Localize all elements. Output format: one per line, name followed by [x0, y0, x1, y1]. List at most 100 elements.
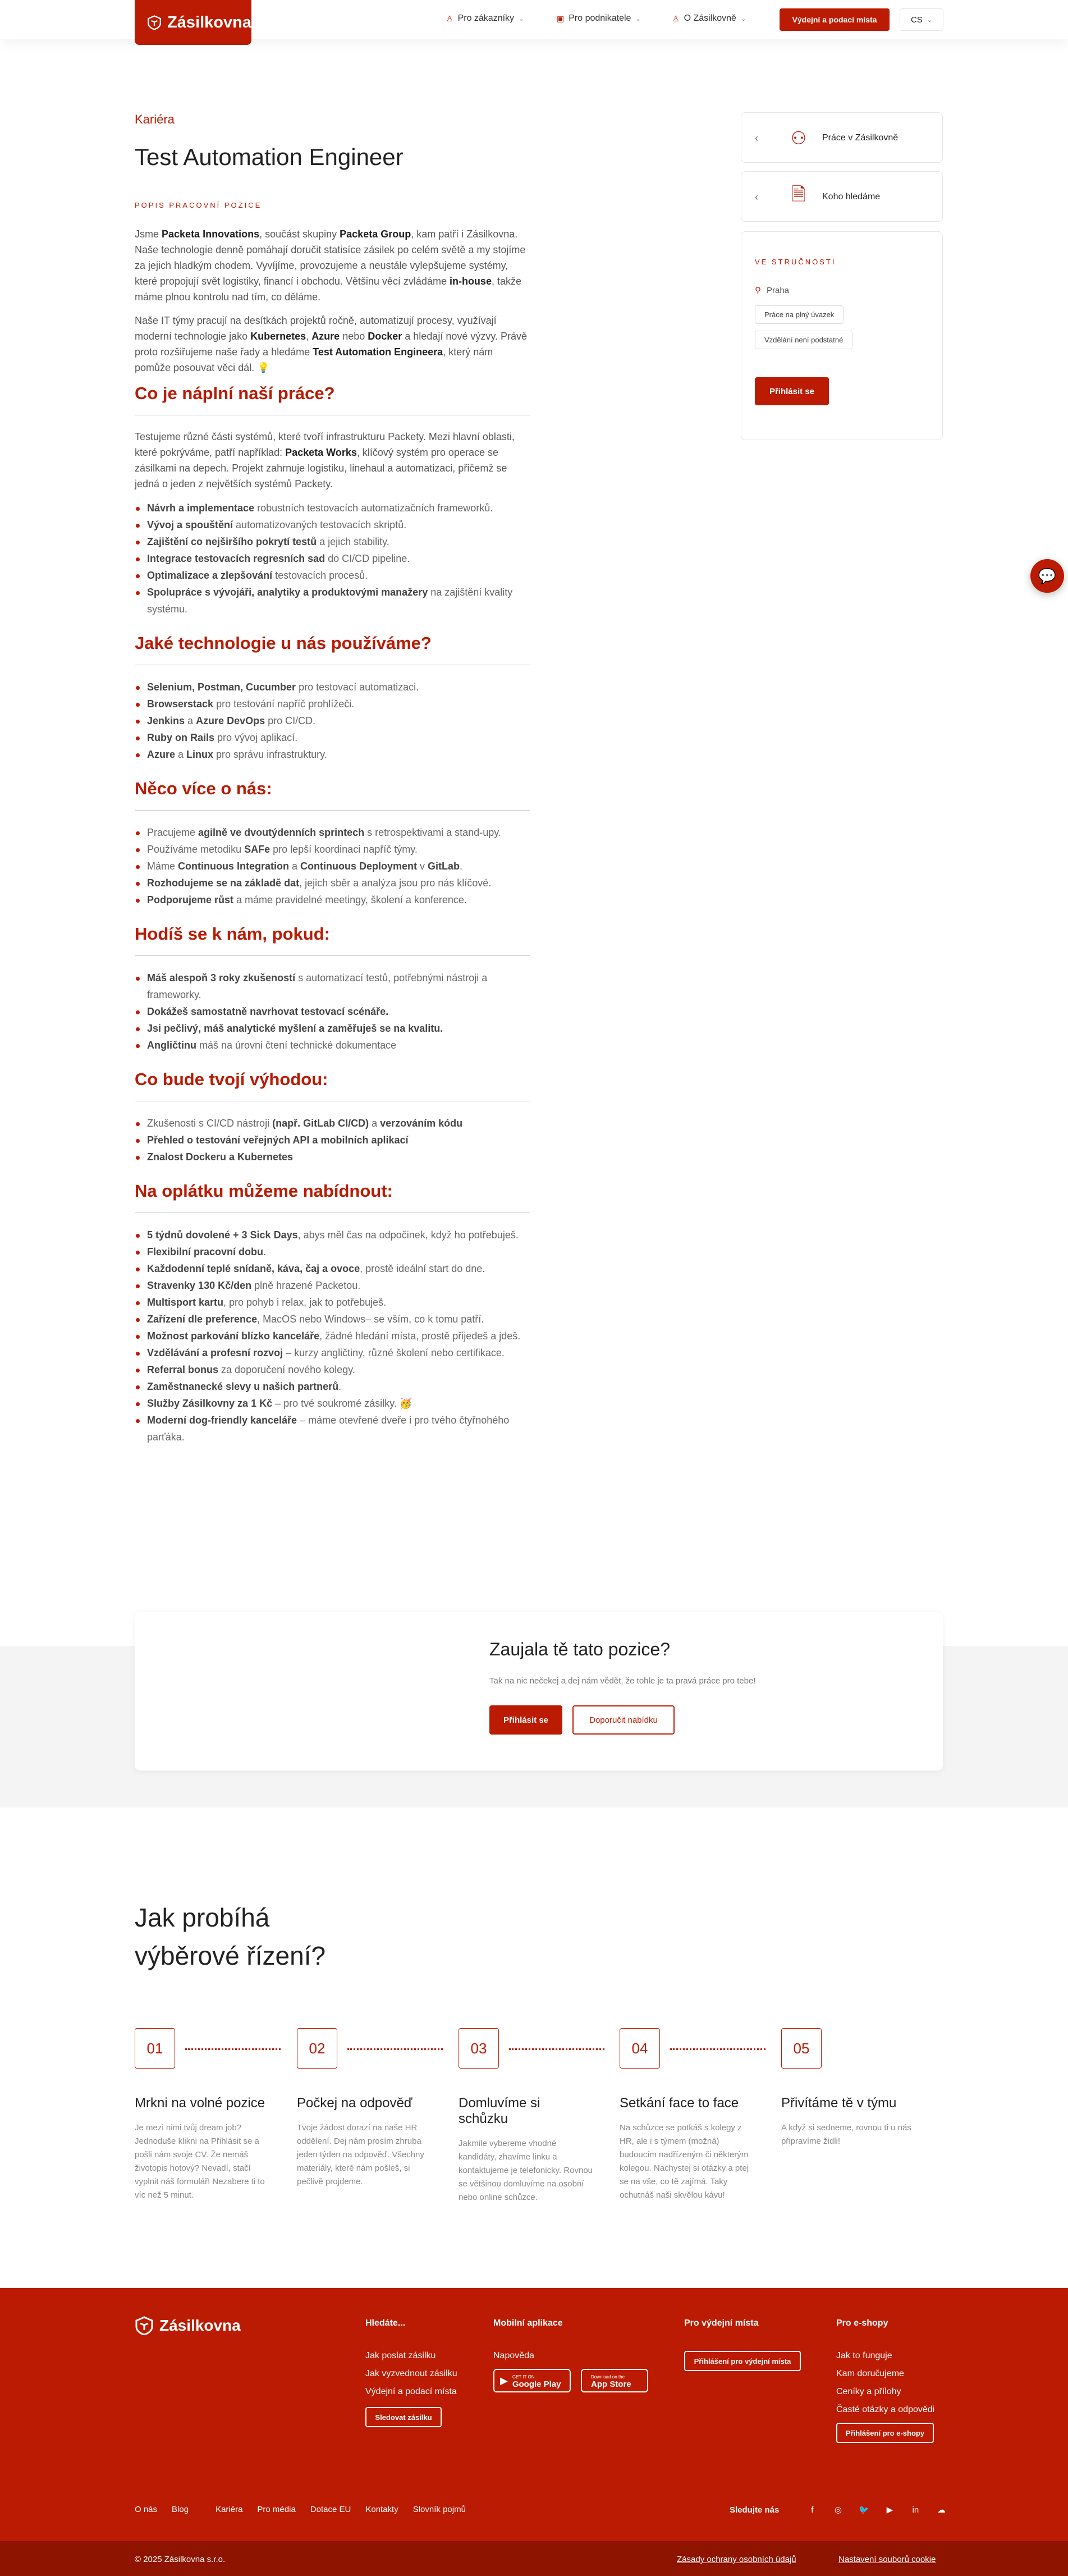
pickup-points-button[interactable]: Výdejní a podací místa: [780, 8, 890, 31]
nav-item-business[interactable]: ▣ Pro podnikatele ⌄: [557, 13, 641, 24]
privacy-link[interactable]: Zásady ochrany osobních údajů: [677, 2555, 796, 2564]
list-item: Optimalizace a zlepšování testovacích pr…: [135, 567, 530, 584]
zasilkovna-logo-icon: [135, 2316, 153, 2335]
list-item: Podporujeme růst a máme pravidelné meeti…: [135, 891, 530, 908]
instagram-icon[interactable]: ◎: [825, 2505, 851, 2515]
cta-apply-button[interactable]: Přihlásit se: [489, 1705, 562, 1735]
soundcloud-icon[interactable]: ☁: [928, 2505, 954, 2515]
list-item: Vzdělávání a profesní rozvoj – kurzy ang…: [135, 1344, 530, 1361]
nav-item-about[interactable]: ♙ O Zásilkovně ⌄: [672, 13, 746, 24]
track-parcel-button[interactable]: Sledovat zásilku: [365, 2407, 442, 2427]
facebook-icon[interactable]: f: [799, 2505, 825, 2515]
list-item: Moderní dog-friendly kanceláře – máme ot…: [135, 1412, 530, 1445]
footer-link[interactable]: Napověda: [493, 2351, 648, 2361]
sidebar-link-label: Práce v Zásilkovně: [822, 133, 899, 143]
process-step: 03 Domluvíme si schůzku Jakmile vybereme v…: [459, 2028, 604, 2204]
footer-link[interactable]: Kam doručujeme: [836, 2369, 934, 2379]
recommend-button[interactable]: Doporučit nabídku: [572, 1705, 675, 1735]
list-item: Používáme metodiku SAFe pro lepší koordi…: [135, 841, 530, 858]
step-number: 04: [620, 2028, 660, 2069]
step-number: 02: [297, 2028, 337, 2069]
list-item: Návrh a implementace robustních testovac…: [135, 500, 530, 516]
eshop-login-button[interactable]: Přihlášení pro e-shopy: [836, 2423, 934, 2443]
section-heading: Jaké technologie u nás používáme?: [135, 633, 530, 665]
intro-paragraph-2: Naše IT týmy pracují na desítkách projek…: [135, 315, 528, 373]
footer-bottom-link[interactable]: Pro média: [257, 2505, 295, 2514]
pickup-login-button[interactable]: Přihlášení pro výdejní místa: [684, 2351, 801, 2371]
app-store-badge[interactable]: Download on the App Store: [581, 2369, 648, 2392]
apply-button[interactable]: Přihlásit se: [755, 377, 829, 405]
process-step: 02 Počkej na odpověď Tvoje žádost dorazí n…: [297, 2028, 443, 2189]
footer-link[interactable]: Jak poslat zásilku: [365, 2351, 457, 2361]
section-heading: Na oplátku můžeme nabídnout:: [135, 1181, 530, 1213]
step-title: Setkání face to face: [620, 2095, 739, 2111]
sidebar-link-who[interactable]: ‹ 🗎 Koho hledáme: [741, 171, 943, 222]
footer-logo[interactable]: Zásilkovna: [135, 2316, 241, 2335]
step-connector: [509, 2048, 604, 2050]
nav-item-customers[interactable]: ♙ Pro zákazníky ⌄: [446, 13, 524, 24]
step-text: Je mezi nimi tvůj dream job? Jednoduše k…: [135, 2123, 265, 2200]
location-label: Praha: [767, 285, 790, 295]
list-item: Zaměstnanecké slevy u našich partnerů.: [135, 1378, 530, 1395]
footer-link[interactable]: Ceníky a přílohy: [836, 2387, 934, 2397]
footer-bottom-link[interactable]: Dotace EU: [310, 2505, 351, 2514]
tag-row: Práce na plný úvazek: [755, 305, 929, 324]
google-play-badge[interactable]: ▶ GET IT ON Google Play: [493, 2369, 571, 2392]
footer-bottom-link[interactable]: O nás: [135, 2505, 157, 2514]
list-item: Možnost parkování blízko kanceláře, žádn…: [135, 1328, 530, 1344]
footer-link[interactable]: Jak vyzvednout zásilku: [365, 2369, 457, 2379]
step-title: Domluvíme si schůzku: [459, 2095, 540, 2126]
list-item: Integrace testovacích regresních sad do …: [135, 550, 530, 567]
briefcase-icon: ▣: [557, 13, 565, 23]
list-item: Spolupráce s vývojáři, analytiky a produ…: [135, 584, 530, 617]
page-title: Test Automation Engineer: [135, 144, 404, 170]
section-heading: Co bude tvojí výhodou:: [135, 1069, 530, 1101]
linkedin-icon[interactable]: in: [902, 2505, 928, 2515]
follow-label: Sledujte nás: [730, 2505, 780, 2515]
footer-link[interactable]: Jak to funguje: [836, 2351, 934, 2361]
nav-label: O Zásilkovně: [684, 13, 736, 23]
education-tag: Vzdělání není podstatné: [755, 331, 853, 349]
step-text: Jakmile vybereme vhodné kandidáty, zhaví…: [459, 2139, 593, 2202]
logo-text: Zásilkovna: [167, 13, 251, 31]
process-title-line: výběrové řízení?: [135, 1941, 326, 1970]
footer-link[interactable]: Časté otázky a odpovědi: [836, 2405, 934, 2415]
footer-link[interactable]: Výdejní a podací místa: [365, 2387, 457, 2397]
footer-col-pickup: Pro výdejní místa Přihlášení pro výdejní…: [684, 2318, 801, 2371]
language-select[interactable]: CS ⌄: [900, 8, 943, 31]
list-item: Jenkins a Azure DevOps pro CI/CD.: [135, 712, 530, 729]
chevron-down-icon: ⌄: [519, 15, 524, 22]
chat-icon[interactable]: 💬: [1030, 559, 1064, 593]
footer-col-search: Hledáte... Jak poslat zásilku Jak vyzved…: [365, 2318, 457, 2427]
footer-bottom-link[interactable]: Blog: [172, 2505, 189, 2514]
footer-bottom-link[interactable]: Kariéra: [216, 2505, 242, 2514]
step-text: Tvoje žádost dorazí na naše HR oddělení.…: [297, 2123, 424, 2186]
list-item: Stravenky 130 Kč/den plně hrazené Packet…: [135, 1277, 530, 1294]
section-label: POPIS PRACOVNÍ POZICE: [135, 201, 262, 209]
footer-bottom-link[interactable]: Slovník pojmů: [413, 2505, 466, 2514]
section-heading: Co je náplní naší práce?: [135, 383, 530, 415]
step-title: Počkej na odpověď: [297, 2095, 412, 2111]
language-label: CS: [910, 15, 923, 25]
section-heading: Hodíš se k nám, pokud:: [135, 924, 530, 956]
footer-logo-text: Zásilkovna: [159, 2317, 241, 2334]
list-item: Vývoj a spouštění automatizovaných testo…: [135, 516, 530, 533]
tech-list: Selenium, Postman, Cucumber pro testovac…: [135, 679, 530, 763]
breadcrumb[interactable]: Kariéra: [135, 112, 530, 127]
footer-bottom-links: O nás Blog Kariéra Pro média Dotace EU K…: [135, 2505, 466, 2514]
sidebar-link-work[interactable]: ‹ ⚇ Práce v Zásilkovně: [741, 112, 943, 163]
cta-box: Zaujala tě tato pozice? Tak na nic neček…: [135, 1612, 943, 1770]
process-step: 04 Setkání face to face Na schůzce se potk…: [620, 2028, 766, 2202]
intro-paragraph-1: Jsme Packeta Innovations, součást skupin…: [135, 228, 526, 303]
youtube-icon[interactable]: ▶: [877, 2505, 902, 2515]
step-number: 05: [781, 2028, 822, 2069]
cookie-settings-link[interactable]: Nastavení souborů cookie: [838, 2555, 936, 2564]
twitter-icon[interactable]: 🐦: [851, 2505, 877, 2515]
logo-link[interactable]: Zásilkovna: [135, 0, 251, 45]
list-item: Ruby on Rails pro vývoj aplikací.: [135, 729, 530, 746]
list-item: Zařízení dle preference, MacOS nebo Wind…: [135, 1311, 530, 1328]
footer-bottom-link[interactable]: Kontakty: [365, 2505, 398, 2514]
employment-tag: Práce na plný úvazek: [755, 305, 844, 324]
footer-col-title: Pro e-shopy: [836, 2318, 888, 2328]
requirements-list: Máš alespoň 3 roky zkušeností s automati…: [135, 969, 530, 1054]
